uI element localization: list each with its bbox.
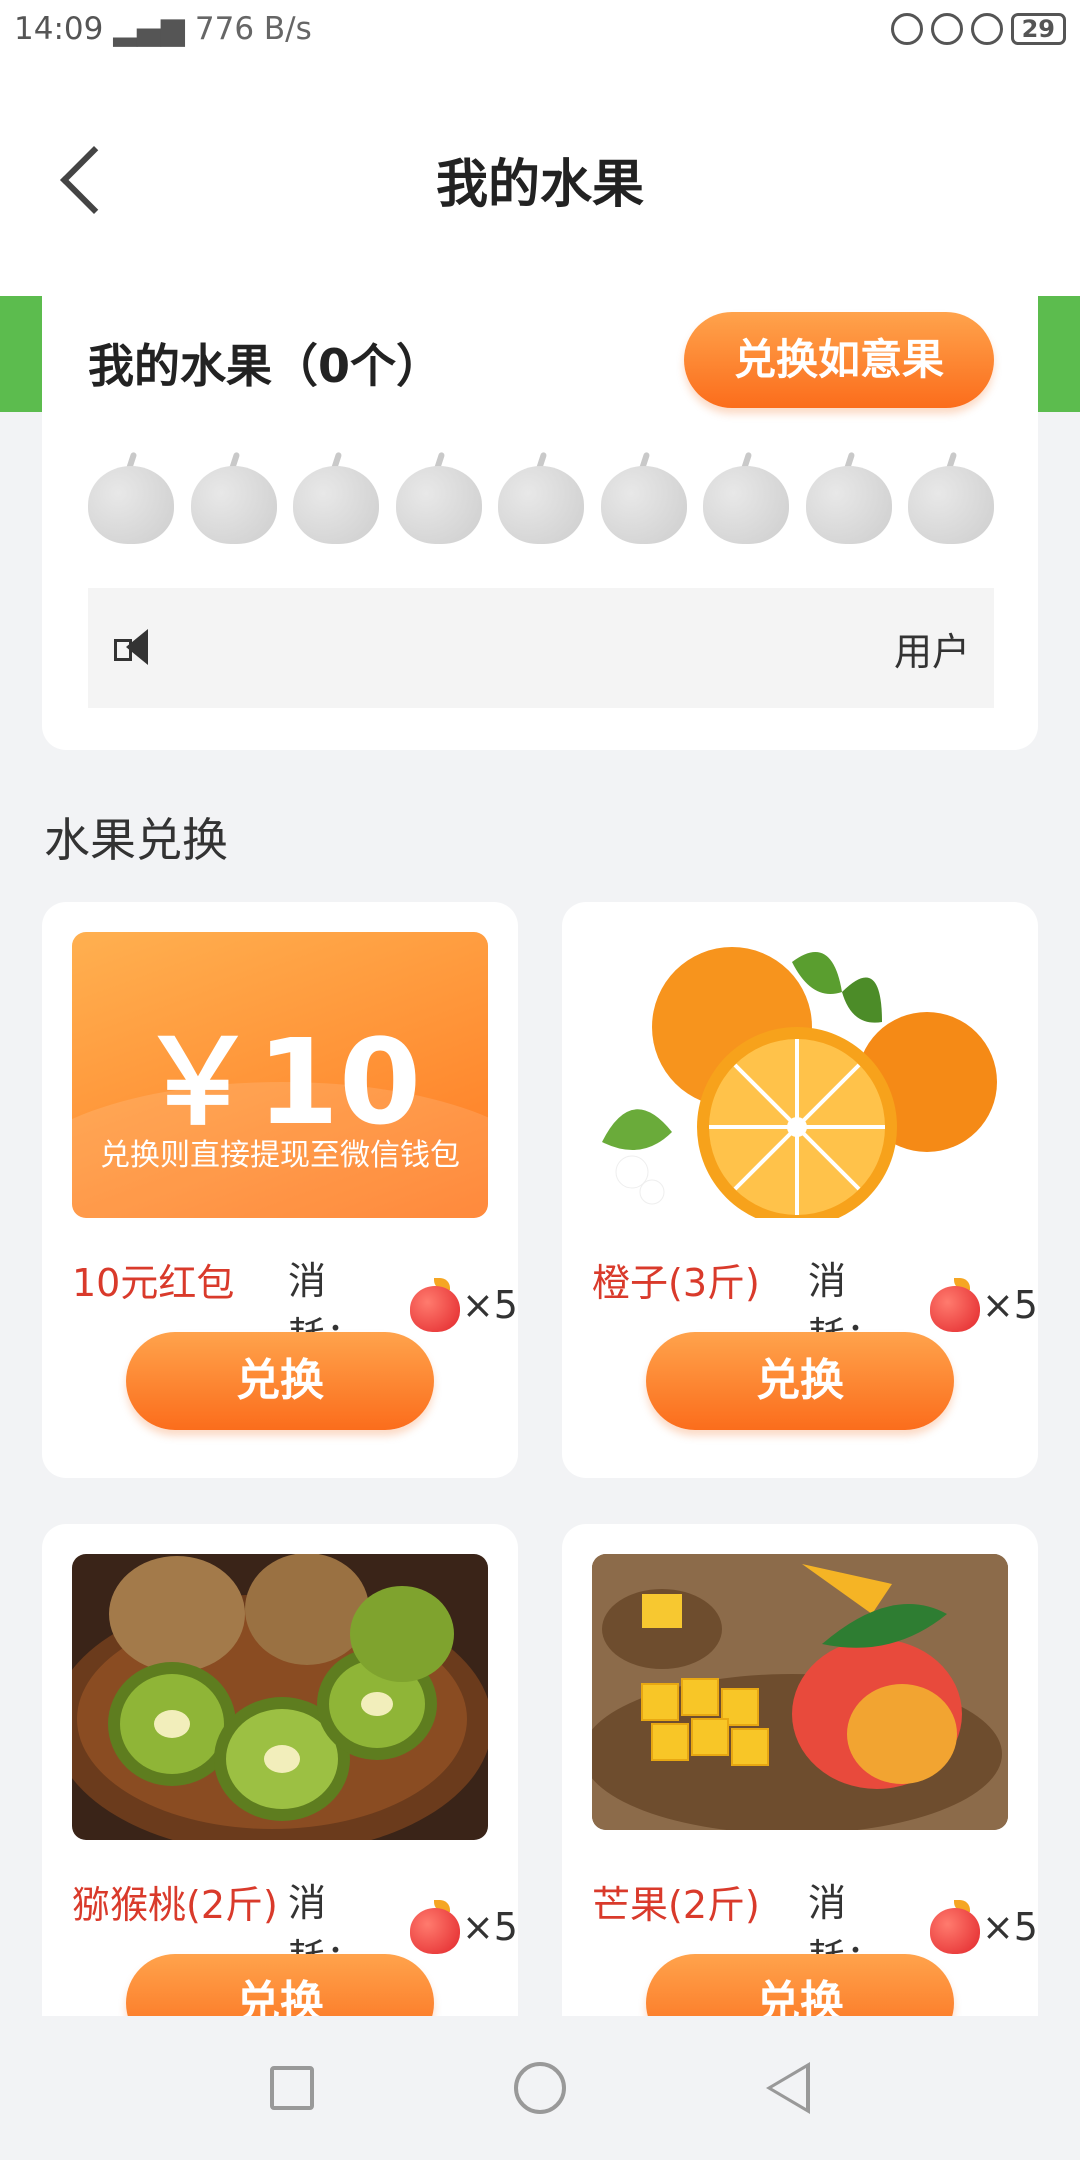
section-title: 水果兑换 [44,813,228,867]
exchange-ruyi-button[interactable]: 兑换如意果 [684,312,994,408]
cost-qty: ×5 [981,1283,1038,1327]
orange-image [592,932,1008,1218]
product-name: 橙子(3斤) [592,1261,760,1305]
empty-apple-icon [498,451,584,544]
battery-icon: 29 [1010,13,1066,45]
status-left: 14:09 ▂▄▆ 776 B/s [14,11,312,47]
empty-apple-icon [908,451,994,544]
apple-slots [88,451,994,544]
megaphone-icon [112,627,154,669]
kiwi-image [72,1554,488,1840]
lock-icon [930,13,963,45]
product-name: 芒果(2斤) [592,1883,760,1927]
status-right: 29 [890,13,1066,45]
exchange-button[interactable]: 兑换 [126,1332,434,1430]
empty-apple-icon [88,451,174,544]
empty-apple-icon [805,451,892,544]
app-header: 我的水果 [0,58,1080,296]
notice-bar: 用户 [88,588,994,708]
empty-apple-icon [395,451,482,544]
recent-apps-icon[interactable] [270,2066,314,2110]
product-name: 10元红包 [72,1261,235,1305]
apple-icon [928,1900,982,1954]
mango-image [592,1554,1008,1830]
exchange-button[interactable]: 兑换 [646,1332,954,1430]
apple-icon [408,1278,462,1332]
cost-qty: ×5 [981,1905,1038,1949]
page-title: 我的水果 [435,155,644,215]
network-speed: 776 B/s [194,11,312,47]
cost-qty: ×5 [461,1283,518,1327]
home-icon[interactable] [514,2062,566,2114]
my-fruit-card: 我的水果（0个） 兑换如意果 用户 [42,296,1038,750]
notice-text: 用户 [893,629,970,674]
green-accent-left [0,296,42,412]
back-nav-icon[interactable] [766,2062,810,2114]
vibrate-icon [890,13,923,45]
green-accent-right [1038,296,1080,412]
empty-apple-icon [703,451,789,544]
my-fruit-title: 我的水果（0个） [88,339,443,393]
product-card-orange: 橙子(3斤) 消耗： ×5 兑换 [562,902,1038,1478]
signal-icon: ▂▄▆ [113,11,185,47]
redpacket-desc: 兑换则直接提现至微信钱包 [100,1138,460,1173]
empty-apple-icon [293,451,379,544]
system-nav-bar [0,2016,1080,2160]
status-bar: 14:09 ▂▄▆ 776 B/s 29 [0,0,1080,58]
cost-qty: ×5 [461,1905,518,1949]
redpacket-image: ￥10 兑换则直接提现至微信钱包 [72,932,488,1218]
empty-apple-icon [190,451,277,544]
product-card-kiwi: 猕猴桃(2斤) 消耗： ×5 兑换 [42,1524,518,2044]
product-card-redpacket: ￥10 兑换则直接提现至微信钱包 10元红包 消耗： ×5 兑换 [42,902,518,1478]
apple-icon [928,1278,982,1332]
product-name: 猕猴桃(2斤) [72,1883,278,1927]
product-card-mango: 芒果(2斤) 消耗： ×5 兑换 [562,1524,1038,2044]
empty-apple-icon [600,451,687,544]
status-time: 14:09 [14,11,104,47]
apple-icon [408,1900,462,1954]
alarm-icon [970,13,1003,45]
